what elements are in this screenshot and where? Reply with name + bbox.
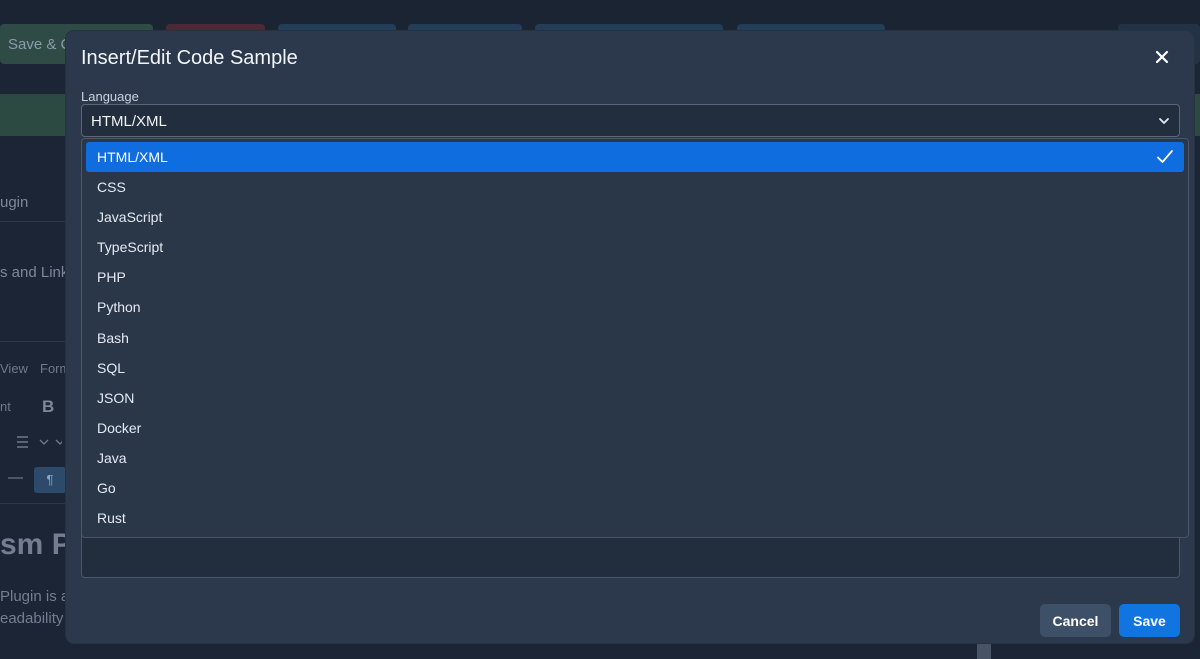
chevron-down-icon <box>1157 114 1171 128</box>
language-option-label: Python <box>97 299 141 316</box>
dialog-title: Insert/Edit Code Sample <box>81 47 298 69</box>
language-option-label: CSS <box>97 179 126 196</box>
language-option[interactable]: JavaScript <box>86 202 1184 232</box>
language-option[interactable]: JSON <box>86 383 1184 413</box>
language-option[interactable]: Bash <box>86 323 1184 353</box>
language-option-label: HTML/XML <box>97 149 168 165</box>
bg-paragraph-line: eadability <box>0 610 64 627</box>
language-option[interactable]: Rust <box>86 503 1184 533</box>
language-label: Language <box>81 89 139 104</box>
bg-links-text: s and Link <box>0 264 69 281</box>
language-option[interactable]: PHP <box>86 262 1184 292</box>
language-option-label: PHP <box>97 269 126 286</box>
language-select[interactable]: HTML/XML <box>81 104 1180 137</box>
bg-divider <box>0 341 66 342</box>
language-option[interactable]: HTML/XML <box>86 142 1184 173</box>
checkmark-icon <box>1156 148 1174 166</box>
language-option[interactable]: CSS <box>86 172 1184 202</box>
close-icon[interactable] <box>1150 45 1174 69</box>
language-option-label: Docker <box>97 419 142 436</box>
language-option-label: TypeScript <box>97 239 164 256</box>
language-option[interactable]: Python <box>86 292 1184 322</box>
paragraph-icon: ¶ <box>34 467 66 493</box>
language-option[interactable]: Java <box>86 443 1184 473</box>
language-select-value: HTML/XML <box>91 113 167 130</box>
bg-font-select: nt <box>0 399 11 414</box>
bg-plugin-text: ugin <box>0 194 29 211</box>
language-option-label: Go <box>97 480 116 497</box>
bg-paragraph-line: Plugin is a <box>0 588 70 605</box>
language-option[interactable]: Docker <box>86 413 1184 443</box>
list-icon <box>12 433 65 454</box>
bg-divider <box>0 503 66 504</box>
language-option[interactable]: Go <box>86 473 1184 503</box>
bg-divider <box>0 221 66 222</box>
language-option-label: Rust <box>97 510 126 527</box>
language-option[interactable]: SQL <box>86 353 1184 383</box>
bg-scrollbar <box>977 642 991 659</box>
language-option-label: JavaScript <box>97 209 163 226</box>
horizontal-rule-icon: — <box>8 469 23 486</box>
language-option-label: Java <box>97 449 127 466</box>
cancel-button[interactable]: Cancel <box>1040 604 1111 637</box>
language-option-label: Bash <box>97 329 129 346</box>
save-button[interactable]: Save <box>1119 604 1180 637</box>
language-dropdown-menu: HTML/XML CSS JavaScript TypeScript PHP Python… <box>81 138 1189 538</box>
language-option-label: SQL <box>97 359 126 376</box>
language-option-label: JSON <box>97 389 135 406</box>
bold-icon: B <box>42 397 55 416</box>
language-option[interactable]: TypeScript <box>86 232 1184 262</box>
bg-menu-view: View <box>0 361 28 376</box>
